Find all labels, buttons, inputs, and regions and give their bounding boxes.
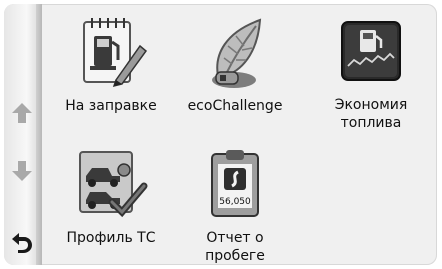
eco-challenge-tile[interactable]: ecoChallenge — [176, 14, 294, 115]
back-arrow-icon — [12, 233, 32, 253]
mileage-report-tile[interactable]: 56,050 Отчет о пробеге — [176, 146, 294, 265]
arrow-down-icon — [12, 161, 32, 181]
leaf-icon — [212, 18, 262, 88]
vehicle-profile-tile[interactable]: Профиль ТС — [52, 146, 170, 247]
fuel-log-icon — [83, 18, 148, 88]
back-button[interactable] — [8, 226, 36, 256]
arrow-up-icon — [12, 103, 32, 123]
scroll-down-button[interactable] — [8, 156, 36, 186]
scroll-up-button[interactable] — [8, 98, 36, 128]
app-screen: На заправке ecoChallenge Экономия топлив… — [4, 4, 437, 265]
mileage-report-label: Отчет о пробеге — [205, 230, 265, 264]
nav-sidebar — [4, 4, 42, 265]
fuel-economy-icon — [341, 21, 401, 81]
fuel-log-tile[interactable]: На заправке — [52, 14, 170, 115]
mileage-report-icon: 56,050 — [211, 150, 259, 217]
fuel-economy-label-line1: Экономия — [334, 97, 408, 113]
eco-challenge-label: ecoChallenge — [187, 98, 283, 114]
fuel-log-label: На заправке — [65, 98, 157, 114]
vehicle-profile-icon — [79, 151, 148, 218]
vehicle-profile-label: Профиль ТС — [66, 230, 156, 246]
fuel-economy-label-line2: топлива — [340, 115, 402, 131]
fuel-economy-tile[interactable]: Экономия топлива — [312, 14, 430, 132]
odometer-value: 56,050 — [219, 197, 251, 207]
